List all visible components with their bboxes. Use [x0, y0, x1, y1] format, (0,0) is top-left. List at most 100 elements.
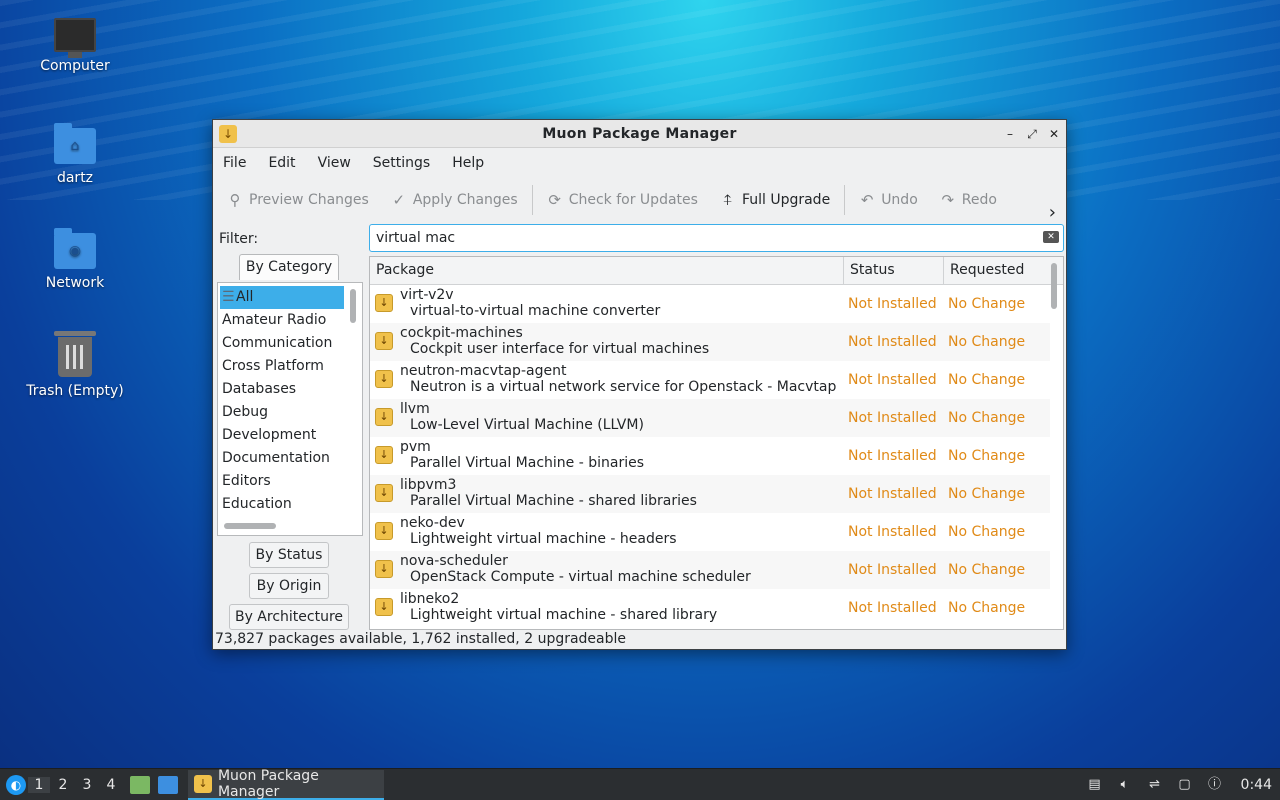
menu-edit[interactable]: Edit — [268, 155, 307, 171]
category-item[interactable]: Documentation — [220, 447, 344, 470]
install-package-icon[interactable]: ↓ — [375, 332, 393, 350]
category-item[interactable]: Cross Platform — [220, 355, 344, 378]
minimize-button[interactable]: – — [1004, 127, 1016, 141]
app-menu-icon[interactable]: ◐ — [6, 774, 26, 795]
package-name: cockpit-machines — [400, 325, 523, 341]
notes-icon[interactable]: ▢ — [1177, 777, 1193, 793]
table-row[interactable]: ↓ libneko2 Lightweight virtual machine - s… — [370, 589, 1063, 627]
undo-icon: ↶ — [860, 191, 874, 209]
show-desktop-icon[interactable] — [158, 775, 178, 794]
table-row[interactable]: ↓ neutron-macvtap-agent Neutron is a virtu… — [370, 361, 1063, 399]
package-description: Parallel Virtual Machine - shared librar… — [410, 493, 697, 509]
category-item-all[interactable]: ☰All — [220, 286, 344, 309]
category-item[interactable]: Development — [220, 424, 344, 447]
category-item[interactable]: Education — [220, 493, 344, 516]
tab-by-category[interactable]: By Category — [239, 254, 339, 280]
computer-icon — [54, 18, 96, 58]
network-folder-icon: ◉ — [54, 228, 96, 269]
install-package-icon[interactable]: ↓ — [375, 522, 393, 540]
install-package-icon[interactable]: ↓ — [375, 484, 393, 502]
file-manager-launcher-icon[interactable] — [130, 775, 150, 794]
trash-icon — [54, 331, 96, 377]
preview-changes-button[interactable]: ⚲ Preview Changes — [227, 191, 369, 209]
check-updates-label: Check for Updates — [568, 192, 698, 208]
category-item[interactable]: Databases — [220, 378, 344, 401]
update-notifier-icon[interactable]: ⓘ — [1207, 777, 1223, 793]
desktop-icon-trash[interactable]: Trash (Empty) — [20, 331, 130, 399]
apply-changes-button[interactable]: ✓ Apply Changes — [391, 191, 518, 209]
category-horizontal-scrollbar[interactable] — [224, 523, 276, 529]
category-item[interactable]: Editors — [220, 470, 344, 493]
undo-label: Undo — [881, 192, 918, 208]
category-vertical-scrollbar[interactable] — [350, 289, 356, 323]
search-input[interactable]: virtual mac ✕ — [369, 224, 1064, 252]
package-name: libneko2 — [400, 591, 460, 607]
table-header: Package Status Requested — [370, 257, 1063, 285]
package-requested: No Change — [948, 486, 1026, 502]
table-row[interactable]: ↓ llvm Low-Level Virtual Machine (LLVM) Not… — [370, 399, 1063, 437]
maximize-button[interactable]: ⤢ — [1026, 127, 1038, 142]
toolbar-overflow-button[interactable]: › — [1049, 202, 1056, 223]
list-icon: ☰ — [222, 289, 235, 305]
desktop-icon-network[interactable]: ◉ Network — [20, 228, 130, 291]
status-bar: 73,827 packages available, 1,762 install… — [215, 631, 627, 647]
table-row[interactable]: ↓ cockpit-machines Cockpit user interface … — [370, 323, 1063, 361]
menu-file[interactable]: File — [223, 155, 258, 171]
desktop-icon-computer[interactable]: Computer — [20, 18, 130, 74]
by-origin-button[interactable]: By Origin — [249, 573, 329, 599]
column-header-requested[interactable]: Requested — [944, 257, 1044, 284]
menu-settings[interactable]: Settings — [373, 155, 442, 171]
clock[interactable]: 0:44 — [1241, 777, 1272, 793]
full-upgrade-button[interactable]: ⍏ Full Upgrade — [720, 191, 830, 209]
category-item[interactable]: Communication — [220, 332, 344, 355]
undo-button[interactable]: ↶ Undo — [859, 191, 918, 209]
volume-icon[interactable]: 🔈︎ — [1117, 777, 1133, 793]
install-package-icon[interactable]: ↓ — [375, 370, 393, 388]
column-header-status[interactable]: Status — [844, 257, 944, 284]
package-status: Not Installed — [848, 524, 937, 540]
desktop-icon-home[interactable]: ⌂ dartz — [20, 123, 130, 186]
package-description: Lightweight virtual machine - headers — [410, 531, 677, 547]
column-header-package[interactable]: Package — [370, 257, 844, 284]
install-package-icon[interactable]: ↓ — [375, 560, 393, 578]
package-requested: No Change — [948, 524, 1026, 540]
desktop-icon-label: Computer — [40, 58, 110, 74]
table-row[interactable]: ↓ virt-v2v virtual-to-virtual machine conv… — [370, 285, 1063, 323]
menu-help[interactable]: Help — [452, 155, 496, 171]
install-package-icon[interactable]: ↓ — [375, 446, 393, 464]
titlebar[interactable]: ↓ Muon Package Manager – ⤢ ✕ — [213, 120, 1066, 148]
toolbar: ⚲ Preview Changes ✓ Apply Changes ⟳ Chec… — [213, 178, 1066, 222]
table-row[interactable]: ↓ libpvm3 Parallel Virtual Machine - share… — [370, 475, 1063, 513]
table-row[interactable]: ↓ pvm Parallel Virtual Machine - binaries N… — [370, 437, 1063, 475]
full-upgrade-label: Full Upgrade — [741, 192, 831, 208]
clear-search-icon[interactable]: ✕ — [1043, 231, 1059, 243]
package-description: Neutron is a virtual network service for… — [410, 379, 840, 395]
table-row[interactable]: ↓ nova-scheduler OpenStack Compute - virtu… — [370, 551, 1063, 589]
taskbar-task-muon[interactable]: ↓ Muon Package Manager — [188, 768, 384, 800]
by-status-button[interactable]: By Status — [249, 542, 329, 568]
menu-view[interactable]: View — [318, 155, 363, 171]
network-icon[interactable]: ⇌ — [1147, 777, 1163, 793]
table-scrollbar-track — [1050, 285, 1063, 629]
desktop-switch-1[interactable]: 1 — [28, 776, 50, 793]
package-cell: llvm Low-Level Virtual Machine (LLVM) — [400, 401, 840, 433]
package-description: Low-Level Virtual Machine (LLVM) — [410, 417, 644, 433]
desktop-switch-3[interactable]: 3 — [76, 777, 98, 793]
desktop-switch-2[interactable]: 2 — [52, 777, 74, 793]
clipboard-icon[interactable]: ▤ — [1087, 777, 1103, 793]
install-package-icon[interactable]: ↓ — [375, 598, 393, 616]
preview-changes-label: Preview Changes — [249, 192, 369, 208]
by-architecture-button[interactable]: By Architecture — [229, 604, 349, 630]
install-package-icon[interactable]: ↓ — [375, 408, 393, 426]
redo-button[interactable]: ↷ Redo — [940, 191, 996, 209]
desktop-switch-4[interactable]: 4 — [100, 777, 122, 793]
close-button[interactable]: ✕ — [1048, 127, 1060, 141]
table-row[interactable]: ↓ neko-dev Lightweight virtual machine - h… — [370, 513, 1063, 551]
table-vertical-scrollbar[interactable] — [1051, 263, 1057, 309]
install-package-icon[interactable]: ↓ — [375, 294, 393, 312]
package-cell: pvm Parallel Virtual Machine - binaries — [400, 439, 840, 471]
check-updates-button[interactable]: ⟳ Check for Updates — [547, 191, 698, 209]
package-name: virt-v2v — [400, 287, 454, 303]
category-item[interactable]: Debug — [220, 401, 344, 424]
category-item[interactable]: Amateur Radio — [220, 309, 344, 332]
